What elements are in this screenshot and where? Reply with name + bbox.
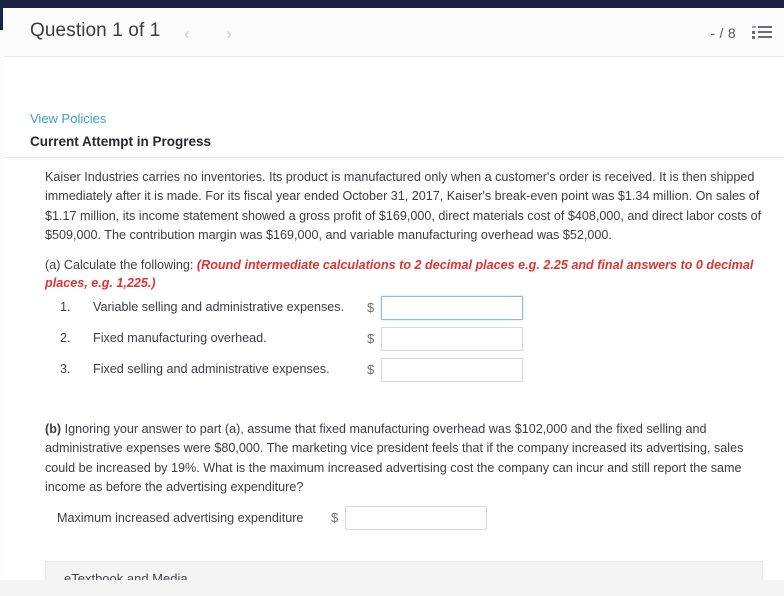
attempt-status: Current Attempt in Progress [30, 134, 212, 149]
currency-symbol: $ [331, 510, 339, 525]
chevron-left-icon[interactable]: ‹ [178, 24, 196, 44]
score-display: - / 8 [710, 25, 736, 41]
answer-input-variable-selling-admin[interactable] [381, 296, 523, 320]
answer-input-fixed-selling-admin[interactable] [381, 358, 523, 382]
table-row: 1. Variable selling and administrative e… [45, 296, 545, 322]
part-b-text: Ignoring your answer to part (a), assume… [45, 422, 744, 495]
question-screen: Question 1 of 1 ‹ › - / 8 View Policies … [0, 0, 784, 596]
currency-symbol: $ [367, 331, 375, 346]
part-a-text: Calculate the following: [63, 258, 194, 272]
list-item-number: 1. [60, 300, 71, 314]
chevron-right-icon[interactable]: › [220, 24, 238, 44]
list-item-label: Variable selling and administrative expe… [93, 300, 345, 314]
answer-input-fixed-manufacturing-overhead[interactable] [381, 327, 523, 351]
list-item-label: Fixed selling and administrative expense… [93, 362, 330, 376]
part-b-label: (b) [45, 422, 62, 436]
table-row: 3. Fixed selling and administrative expe… [45, 358, 545, 384]
list-item-label: Fixed manufacturing overhead. [93, 331, 267, 345]
ordered-list-icon[interactable] [752, 25, 772, 41]
table-row: 2. Fixed manufacturing overhead. $ [45, 327, 545, 353]
list-item-number: 2. [60, 331, 71, 345]
page-title: Question 1 of 1 [30, 20, 161, 41]
question-page: Question 1 of 1 ‹ › - / 8 View Policies … [4, 8, 784, 595]
list-item-number: 3. [60, 362, 71, 376]
bottom-strip [0, 580, 784, 596]
left-edge-accent [0, 8, 3, 30]
currency-symbol: $ [367, 300, 375, 315]
question-prompt: Kaiser Industries carries no inventories… [45, 170, 762, 243]
part-b-instruction: (b) Ignoring your answer to part (a), as… [45, 420, 767, 498]
part-a-instruction: (a) Calculate the following: (Round inte… [45, 256, 775, 292]
part-a-label: (a) [45, 258, 61, 272]
header-divider [4, 157, 784, 158]
view-policies-link[interactable]: View Policies [30, 111, 106, 126]
max-advertising-row: Maximum increased advertising expenditur… [45, 506, 515, 532]
app-top-bar [0, 0, 784, 8]
answer-input-max-advertising-expenditure[interactable] [345, 506, 487, 530]
max-advertising-label: Maximum increased advertising expenditur… [57, 511, 304, 525]
currency-symbol: $ [367, 362, 375, 377]
question-header: Question 1 of 1 ‹ › - / 8 [4, 8, 784, 57]
